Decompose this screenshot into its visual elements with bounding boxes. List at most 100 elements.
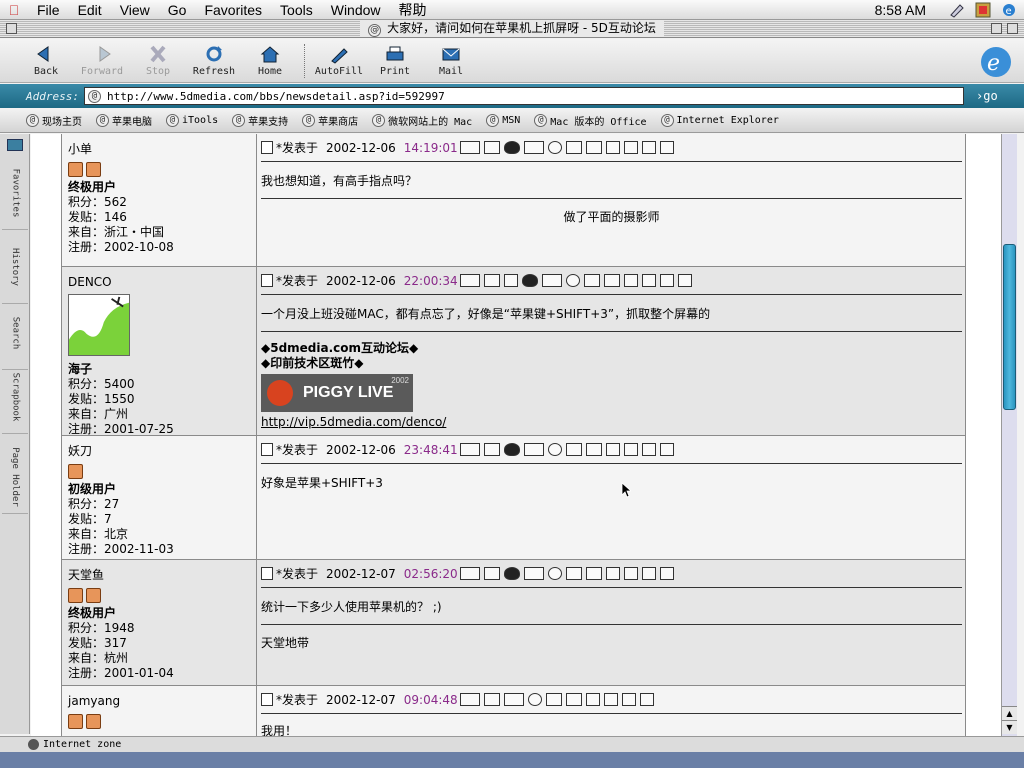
computer-icon[interactable] xyxy=(639,693,654,706)
tab-page-holder[interactable]: Page Holder xyxy=(2,440,28,514)
write-icon[interactable] xyxy=(623,141,638,154)
print-button[interactable]: Print xyxy=(367,39,423,77)
pencil-icon[interactable] xyxy=(948,2,966,18)
private-message-icon[interactable] xyxy=(523,567,544,580)
write-icon[interactable] xyxy=(603,693,618,706)
search-icon[interactable] xyxy=(565,274,580,287)
go-button[interactable]: ›go xyxy=(976,89,998,103)
favorite-item[interactable]: @ 苹果商店 xyxy=(302,113,358,128)
email-icon[interactable] xyxy=(483,141,500,154)
profile-icon[interactable] xyxy=(459,567,480,580)
private-message-icon[interactable] xyxy=(503,693,524,706)
sidebar-handle-icon[interactable] xyxy=(7,139,23,151)
delete-icon[interactable] xyxy=(641,141,656,154)
ip-icon[interactable] xyxy=(585,693,600,706)
email-icon[interactable] xyxy=(483,443,500,456)
author-name[interactable]: 妖刀 xyxy=(68,444,256,460)
vertical-scrollbar[interactable]: ▲ ▼ xyxy=(1001,134,1017,736)
window-title-bar[interactable]: @ 大家好，请问如何在苹果机上抓屏呀 - 5D互动论坛 xyxy=(0,20,1024,38)
author-name[interactable]: DENCO xyxy=(68,275,256,291)
edit-icon[interactable] xyxy=(565,567,582,580)
favorite-item[interactable]: @ MSN xyxy=(486,114,520,127)
email-icon[interactable] xyxy=(483,274,500,287)
window-zoom-box[interactable] xyxy=(991,23,1002,34)
profile-icon[interactable] xyxy=(459,693,480,706)
write-icon[interactable] xyxy=(641,274,656,287)
private-message-icon[interactable] xyxy=(541,274,562,287)
profile-icon[interactable] xyxy=(459,443,480,456)
delete-icon[interactable] xyxy=(621,693,636,706)
computer-icon[interactable] xyxy=(659,141,674,154)
tab-favorites[interactable]: Favorites xyxy=(2,156,28,230)
tab-search[interactable]: Search xyxy=(2,296,28,370)
tab-scrapbook[interactable]: Scrapbook xyxy=(2,360,28,434)
ip-icon[interactable] xyxy=(605,141,620,154)
favorite-item[interactable]: @ 现场主页 xyxy=(26,113,82,128)
address-input[interactable]: @ http://www.5dmedia.com/bbs/newsdetail.… xyxy=(84,87,964,105)
quote-icon[interactable] xyxy=(585,567,602,580)
autofill-button[interactable]: AutoFill xyxy=(311,39,367,77)
refresh-button[interactable]: Refresh xyxy=(186,39,242,77)
author-name[interactable]: 小单 xyxy=(68,142,256,158)
apple-menu-icon[interactable]:  xyxy=(0,2,28,18)
email-icon[interactable] xyxy=(483,567,500,580)
menu-favorites[interactable]: Favorites xyxy=(195,0,271,20)
address-url[interactable]: http://www.5dmedia.com/bbs/newsdetail.as… xyxy=(107,90,445,103)
quote-icon[interactable] xyxy=(565,693,582,706)
menu-tools[interactable]: Tools xyxy=(271,0,322,20)
qq-penguin-icon[interactable] xyxy=(521,274,538,287)
computer-icon[interactable] xyxy=(659,567,674,580)
private-message-icon[interactable] xyxy=(523,141,544,154)
home-button[interactable]: Home xyxy=(242,39,298,77)
computer-icon[interactable] xyxy=(659,443,674,456)
write-icon[interactable] xyxy=(623,443,638,456)
computer-icon[interactable] xyxy=(677,274,692,287)
mail-button[interactable]: Mail xyxy=(423,39,479,77)
quote-icon[interactable] xyxy=(585,141,602,154)
qq-penguin-icon[interactable] xyxy=(503,443,520,456)
window-collapse-box[interactable] xyxy=(1007,23,1018,34)
menu-file[interactable]: File xyxy=(28,0,69,20)
author-name[interactable]: jamyang xyxy=(68,694,256,710)
delete-icon[interactable] xyxy=(641,567,656,580)
menubar-clock[interactable]: 8:58 AM xyxy=(875,2,926,18)
search-icon[interactable] xyxy=(547,567,562,580)
quote-icon[interactable] xyxy=(603,274,620,287)
favorite-item[interactable]: @ 微软网站上的 Mac xyxy=(372,113,472,128)
favorite-item[interactable]: @ Mac 版本的 Office xyxy=(534,113,647,128)
profile-icon[interactable] xyxy=(459,274,480,287)
author-name[interactable]: 天堂鱼 xyxy=(68,568,256,584)
menu-view[interactable]: View xyxy=(111,0,159,20)
ip-icon[interactable] xyxy=(605,567,620,580)
edit-icon[interactable] xyxy=(565,141,582,154)
favorite-item[interactable]: @ iTools xyxy=(166,114,218,127)
delete-icon[interactable] xyxy=(659,274,674,287)
signature-link[interactable]: http://vip.5dmedia.com/denco/ xyxy=(261,415,446,429)
favorite-item[interactable]: @ Internet Explorer xyxy=(660,114,779,127)
ip-icon[interactable] xyxy=(605,443,620,456)
quote-icon[interactable] xyxy=(585,443,602,456)
forward-button[interactable]: Forward xyxy=(74,39,130,77)
ie-app-icon[interactable]: e xyxy=(1000,2,1018,18)
email-icon[interactable] xyxy=(483,693,500,706)
homepage-icon[interactable] xyxy=(503,274,518,287)
edit-icon[interactable] xyxy=(545,693,562,706)
window-close-box[interactable] xyxy=(6,23,17,34)
ip-icon[interactable] xyxy=(623,274,638,287)
menu-window[interactable]: Window xyxy=(322,0,390,20)
stop-button[interactable]: Stop xyxy=(130,39,186,77)
favorite-item[interactable]: @ 苹果支持 xyxy=(232,113,288,128)
scrollbar-thumb[interactable] xyxy=(1003,244,1016,410)
edit-icon[interactable] xyxy=(565,443,582,456)
profile-icon[interactable] xyxy=(459,141,480,154)
write-icon[interactable] xyxy=(623,567,638,580)
piggy-live-banner[interactable]: PIGGY LIVE 2002 xyxy=(261,374,413,412)
search-icon[interactable] xyxy=(527,693,542,706)
menu-help[interactable]: 帮助 xyxy=(390,0,436,20)
search-icon[interactable] xyxy=(547,443,562,456)
back-button[interactable]: Back xyxy=(18,39,74,77)
tab-history[interactable]: History xyxy=(2,230,28,304)
delete-icon[interactable] xyxy=(641,443,656,456)
scroll-down-arrow-icon[interactable]: ▼ xyxy=(1002,720,1017,734)
menu-edit[interactable]: Edit xyxy=(69,0,111,20)
